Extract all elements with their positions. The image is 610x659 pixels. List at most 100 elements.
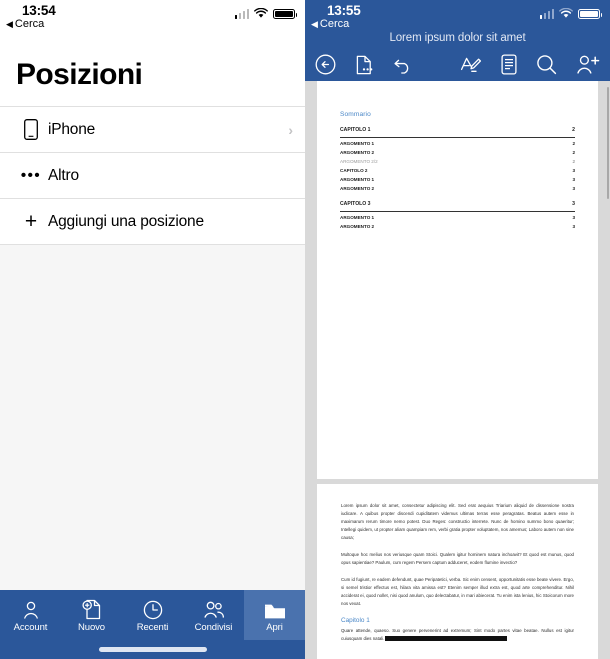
toc-entry-label: ARGOMENTO 2 <box>340 223 375 229</box>
cellular-signal-icon <box>234 9 249 19</box>
document-page-2: Lorem ipsum dolor sit amet, consectetur … <box>317 484 598 659</box>
status-time: 13:55 <box>327 3 361 18</box>
page-stack: Sommario CAPITOLO 1 2 ARGOMENTO 1 2 ARGO… <box>317 81 598 659</box>
wifi-icon <box>559 8 573 18</box>
ellipsis-icon: ••• <box>20 167 42 184</box>
tab-label: Account <box>13 621 48 633</box>
iphone-icon <box>14 119 48 140</box>
toc-entry-label: ARGOMENTO 2/2 <box>340 158 378 164</box>
status-time: 13:54 <box>22 3 56 18</box>
toc-entry-page: 2 <box>572 158 575 164</box>
toc-entry-label: ARGOMENTO 1 <box>340 140 375 146</box>
toc-entry[interactable]: ARGOMENTO 2 3 <box>340 223 575 232</box>
list-item-label: Aggiungi una posizione <box>48 212 204 230</box>
tab-nuovo[interactable]: Nuovo <box>61 590 122 640</box>
document-title: Lorem ipsum dolor sit amet <box>389 32 526 44</box>
list-item-add-location[interactable]: + Aggiungi una posizione <box>0 199 305 245</box>
toc-entry[interactable]: CAPITOLO 2 3 <box>340 167 575 176</box>
toc-entry-page: 2 <box>572 149 575 155</box>
toc-entry-page: 3 <box>572 223 575 229</box>
page-title: Posizioni <box>16 58 143 91</box>
toc-entry-page: 2 <box>572 140 575 146</box>
list-item-label: iPhone <box>48 120 96 138</box>
list-item-label: Altro <box>48 166 79 184</box>
mobile-view-icon[interactable] <box>501 54 517 75</box>
person-icon <box>21 598 41 620</box>
empty-area <box>0 245 305 590</box>
toc-entry-page: 2 <box>572 127 575 133</box>
table-of-contents: Sommario CAPITOLO 1 2 ARGOMENTO 1 2 ARGO… <box>317 81 598 231</box>
undo-icon[interactable] <box>393 56 413 74</box>
folder-icon <box>264 598 286 620</box>
back-icon[interactable] <box>315 54 336 75</box>
vertical-scrollbar[interactable] <box>606 87 609 199</box>
home-indicator-area <box>0 640 305 659</box>
list-item-altro[interactable]: ••• Altro <box>0 153 305 199</box>
toc-entry-label: ARGOMENTO 2 <box>340 149 375 155</box>
tab-label: Condivisi <box>194 621 233 633</box>
plus-icon: + <box>24 210 38 233</box>
toolbar-left-group <box>315 54 413 75</box>
app-screen: 13:54 ◀ Cerca Posizioni iPhone › ••• Alt… <box>0 0 610 659</box>
chevron-right-icon: › <box>288 121 293 138</box>
back-triangle-icon: ◀ <box>311 18 318 29</box>
tab-apri[interactable]: Apri <box>244 590 305 640</box>
toc-entry[interactable]: ARGOMENTO 2/2 2 <box>340 158 575 167</box>
right-panel-word-document: 13:55 ◀ Cerca Lorem ipsum dolor sit amet <box>305 0 610 659</box>
tab-account[interactable]: Account <box>0 590 61 640</box>
tab-recenti[interactable]: Recenti <box>122 590 183 640</box>
toc-entry[interactable]: ARGOMENTO 2 2 <box>340 149 575 158</box>
toc-entry[interactable]: ARGOMENTO 2 3 <box>340 185 575 194</box>
toc-entry-label: CAPITOLO 3 <box>340 200 371 207</box>
new-document-icon <box>81 598 102 620</box>
toc-entry-page: 3 <box>572 176 575 182</box>
text-selection-highlight[interactable] <box>385 636 508 641</box>
paragraph: Lorem ipsum dolor sit amet, consectetur … <box>341 503 574 541</box>
toc-entry-label: CAPITOLO 1 <box>340 127 371 133</box>
bottom-tab-bar: Account Nuovo Recenti Condivisi Apri <box>0 590 305 640</box>
status-indicators <box>234 8 297 19</box>
toc-entry-page: 3 <box>572 214 575 220</box>
toc-entry[interactable]: CAPITOLO 1 2 <box>340 126 575 138</box>
status-bar: 13:54 ◀ Cerca <box>0 0 305 30</box>
tab-label: Apri <box>266 621 283 633</box>
toc-entry[interactable]: CAPITOLO 3 3 <box>340 200 575 212</box>
battery-icon <box>578 8 602 19</box>
status-bar: 13:55 ◀ Cerca <box>305 0 610 30</box>
document-toolbar <box>305 48 610 81</box>
file-options-icon[interactable] <box>355 55 374 75</box>
tab-label: Recenti <box>136 621 169 633</box>
paragraph: Cum id fugiunt, re eadem defendunt, quae… <box>341 577 574 607</box>
people-icon <box>202 598 226 620</box>
status-back-label: Cerca <box>14 18 45 30</box>
paragraph-with-selection: Quare attende, quaeso. Suo genere perven… <box>341 627 574 643</box>
home-indicator[interactable] <box>98 647 207 652</box>
toc-entry-label: ARGOMENTO 2 <box>340 185 375 191</box>
toc-entry[interactable]: ARGOMENTO 1 3 <box>340 176 575 185</box>
chapter-heading: Capitolo 1 <box>341 617 370 625</box>
status-back-link[interactable]: ◀ Cerca <box>311 18 349 30</box>
search-icon[interactable] <box>536 54 557 75</box>
toc-entry[interactable]: ARGOMENTO 1 2 <box>340 140 575 149</box>
locations-list: iPhone › ••• Altro + Aggiungi una posizi… <box>0 106 305 245</box>
wifi-icon <box>254 8 268 18</box>
toc-title: Sommario <box>340 111 371 118</box>
toc-entry-label: CAPITOLO 2 <box>340 167 368 173</box>
toc-entry-page: 3 <box>572 185 575 191</box>
toc-entry-page: 3 <box>572 167 575 173</box>
status-back-label: Cerca <box>319 18 350 30</box>
document-canvas[interactable]: Sommario CAPITOLO 1 2 ARGOMENTO 1 2 ARGO… <box>305 81 610 659</box>
toc-entry[interactable]: ARGOMENTO 1 3 <box>340 214 575 223</box>
list-item-iphone[interactable]: iPhone › <box>0 107 305 153</box>
add-person-icon[interactable] <box>576 54 600 75</box>
edit-pencil-icon[interactable] <box>460 55 482 75</box>
status-back-link[interactable]: ◀ Cerca <box>6 18 44 30</box>
toc-entry-label: ARGOMENTO 1 <box>340 214 375 220</box>
document-page-1: Sommario CAPITOLO 1 2 ARGOMENTO 1 2 ARGO… <box>317 81 598 479</box>
cellular-signal-icon <box>539 9 554 19</box>
paragraph: Multoque hoc melius nos veriusque quam S… <box>341 552 574 566</box>
left-panel-locations: 13:54 ◀ Cerca Posizioni iPhone › ••• Alt… <box>0 0 305 659</box>
tab-condivisi[interactable]: Condivisi <box>183 590 244 640</box>
toc-entry-page: 3 <box>572 200 575 207</box>
document-body[interactable]: Lorem ipsum dolor sit amet, consectetur … <box>317 484 598 643</box>
